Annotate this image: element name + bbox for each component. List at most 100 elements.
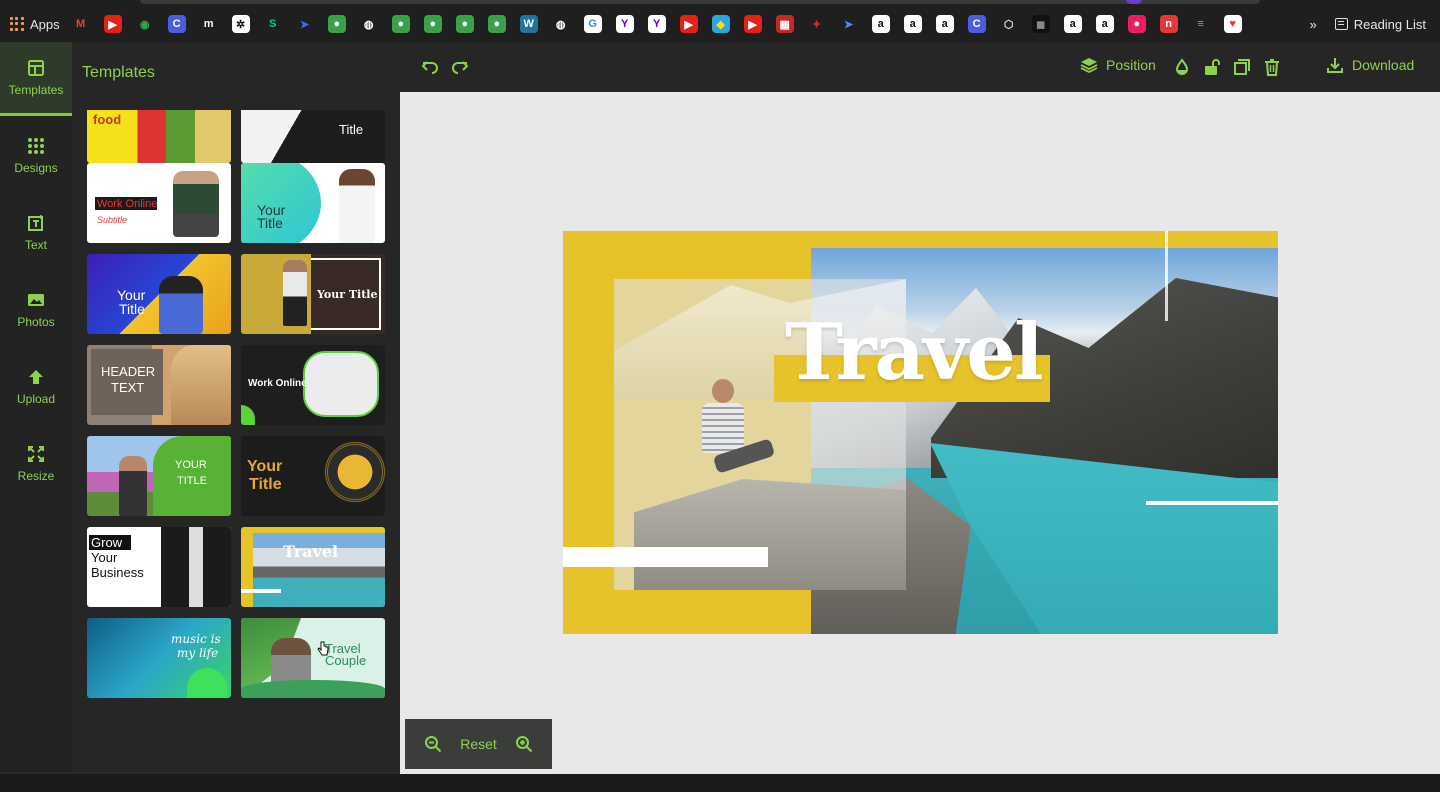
right-white-line[interactable] (1146, 501, 1278, 505)
reading-list-button[interactable]: Reading List (1334, 17, 1426, 32)
trash-icon (1265, 59, 1279, 76)
amazon-icon[interactable]: a (903, 15, 922, 33)
amazon-icon[interactable]: a (935, 15, 954, 33)
wordpress-icon[interactable]: W (519, 15, 538, 33)
template-text: Your (247, 458, 283, 475)
lock-button[interactable] (1202, 57, 1222, 77)
bookmarks-bar: Apps M ▶ ◉ Cm ✲ S ➤ ● ◍ ● ● ● ● W ◍ G Y Y ▶ ◆ ▶ ▦ ✦ ➤ a a a C ⬡ ◼ a a ● n… (0, 0, 1440, 48)
youtube-icon[interactable]: ▶ (679, 15, 698, 33)
amazon-icon[interactable]: a (1095, 15, 1114, 33)
colorful-icon[interactable]: ◆ (711, 15, 730, 33)
amazon-icon[interactable]: a (871, 15, 890, 33)
m-icon[interactable]: m (199, 15, 218, 33)
templates-panel: Templates food Title Work Online Subtitl… (72, 42, 400, 772)
youtube-icon[interactable]: ▶ (743, 15, 762, 33)
zoom-in-button[interactable] (515, 735, 533, 753)
template-text: YOUR (175, 459, 207, 471)
heart-icon[interactable]: ♥ (1223, 15, 1242, 33)
opacity-button[interactable] (1172, 57, 1192, 77)
cube-icon[interactable]: ⬡ (999, 15, 1018, 33)
leaf-icon[interactable]: ● (391, 15, 410, 33)
red-grid-icon[interactable]: ▦ (775, 15, 794, 33)
apps-shortcut[interactable]: Apps (10, 17, 60, 32)
position-button[interactable]: Position (1080, 56, 1156, 74)
c-icon[interactable]: C (167, 15, 186, 33)
left-white-bar[interactable] (563, 547, 768, 567)
nav-label-text: Text (24, 238, 47, 252)
google-icon[interactable]: G (583, 15, 602, 33)
template-circle (325, 442, 385, 502)
download-button[interactable]: Download (1326, 56, 1414, 74)
template-thumb-work-online-dark[interactable]: Work Online (241, 345, 385, 425)
template-thumb-title-dark[interactable]: Title (241, 110, 385, 163)
template-thumb-your-title-green[interactable]: YOUR TITLE (87, 436, 231, 516)
send-icon[interactable]: ➤ (839, 15, 858, 33)
leaf-icon[interactable]: ● (327, 15, 346, 33)
nav-item-text[interactable]: Text (0, 196, 72, 270)
globe-icon[interactable]: ◍ (551, 15, 570, 33)
pink-icon[interactable]: ● (1127, 15, 1146, 33)
n-icon[interactable]: n (1159, 15, 1178, 33)
template-person (339, 169, 375, 243)
person-head (712, 379, 734, 403)
template-thumb-your-title-teal[interactable]: Your Title (241, 163, 385, 243)
nav-item-photos[interactable]: Photos (0, 273, 72, 347)
arrow-icon[interactable]: ➤ (295, 15, 314, 33)
globe-icon[interactable]: ◍ (359, 15, 378, 33)
template-thumb-your-title-olive[interactable]: Your Title (241, 254, 385, 334)
vertical-white-line[interactable] (1165, 231, 1168, 321)
template-thumb-travel-selected[interactable]: Travel (241, 527, 385, 607)
zoom-reset-button[interactable]: Reset (460, 736, 497, 752)
template-person (283, 260, 307, 326)
yahoo-icon[interactable]: Y (647, 15, 666, 33)
youtube-icon[interactable]: ▶ (103, 15, 122, 33)
red-star-icon[interactable]: ✦ (807, 15, 826, 33)
template-thumb-travel-couple[interactable]: Travel Couple (241, 618, 385, 698)
nav-item-templates[interactable]: Templates (0, 42, 72, 116)
design-canvas[interactable]: Travel (563, 231, 1278, 634)
template-thumb-music-life[interactable]: music is my life (87, 618, 231, 698)
stack-icon[interactable]: ≡ (1191, 15, 1210, 33)
amazon-icon[interactable]: a (1063, 15, 1082, 33)
app-root: Apps M ▶ ◉ Cm ✲ S ➤ ● ◍ ● ● ● ● W ◍ G Y Y ▶ ◆ ▶ ▦ ✦ ➤ a a a C ⬡ ◼ a a ● n… (0, 0, 1440, 792)
dark-icon[interactable]: ◼ (1031, 15, 1050, 33)
green-s-icon[interactable]: S (263, 15, 282, 33)
bookmarks-overflow-chevron-icon[interactable]: » (1309, 17, 1316, 32)
redo-button[interactable] (450, 57, 470, 77)
designs-grid-icon (27, 137, 45, 155)
bookmarks-right: » Reading List (1309, 0, 1426, 48)
zoom-out-icon (425, 736, 442, 753)
nav-item-resize[interactable]: Resize (0, 427, 72, 501)
template-person (173, 171, 219, 237)
zoom-in-icon (515, 736, 532, 753)
template-thumb-food[interactable]: food (87, 110, 231, 163)
maps-icon[interactable]: ◉ (135, 15, 154, 33)
editor-stage[interactable]: Travel (400, 92, 1440, 774)
template-text: Grow (91, 535, 123, 550)
template-thumb-work-online-white[interactable]: Work Online Subtitle (87, 163, 231, 243)
reading-list-icon (1334, 18, 1348, 30)
nav-item-designs[interactable]: Designs (0, 119, 72, 193)
template-thumb-your-title-gold[interactable]: Your Title (241, 436, 385, 516)
template-person (159, 276, 203, 334)
undo-button[interactable] (420, 57, 440, 77)
template-thumb-header-text[interactable]: HEADER TEXT (87, 345, 231, 425)
template-thumb-grow-business[interactable]: Grow Your Business (87, 527, 231, 607)
gmail-icon[interactable]: M (71, 15, 90, 33)
leaf-icon[interactable]: ● (487, 15, 506, 33)
c-icon[interactable]: C (967, 15, 986, 33)
zoom-out-button[interactable] (424, 735, 442, 753)
template-thumb-your-title-vr[interactable]: Your Title (87, 254, 231, 334)
openai-icon[interactable]: ✲ (231, 15, 250, 33)
yahoo-icon[interactable]: Y (615, 15, 634, 33)
leaf-icon[interactable]: ● (423, 15, 442, 33)
position-label: Position (1106, 57, 1156, 73)
template-grid[interactable]: food Title Work Online Subtitle Your Tit… (72, 110, 400, 772)
leaf-icon[interactable]: ● (455, 15, 474, 33)
delete-button[interactable] (1262, 57, 1282, 77)
template-text: Subtitle (97, 215, 128, 225)
nav-item-upload[interactable]: Upload (0, 350, 72, 424)
template-text: my life (177, 646, 219, 660)
design-title-text[interactable]: Travel (785, 309, 1044, 397)
duplicate-button[interactable] (1232, 57, 1252, 77)
